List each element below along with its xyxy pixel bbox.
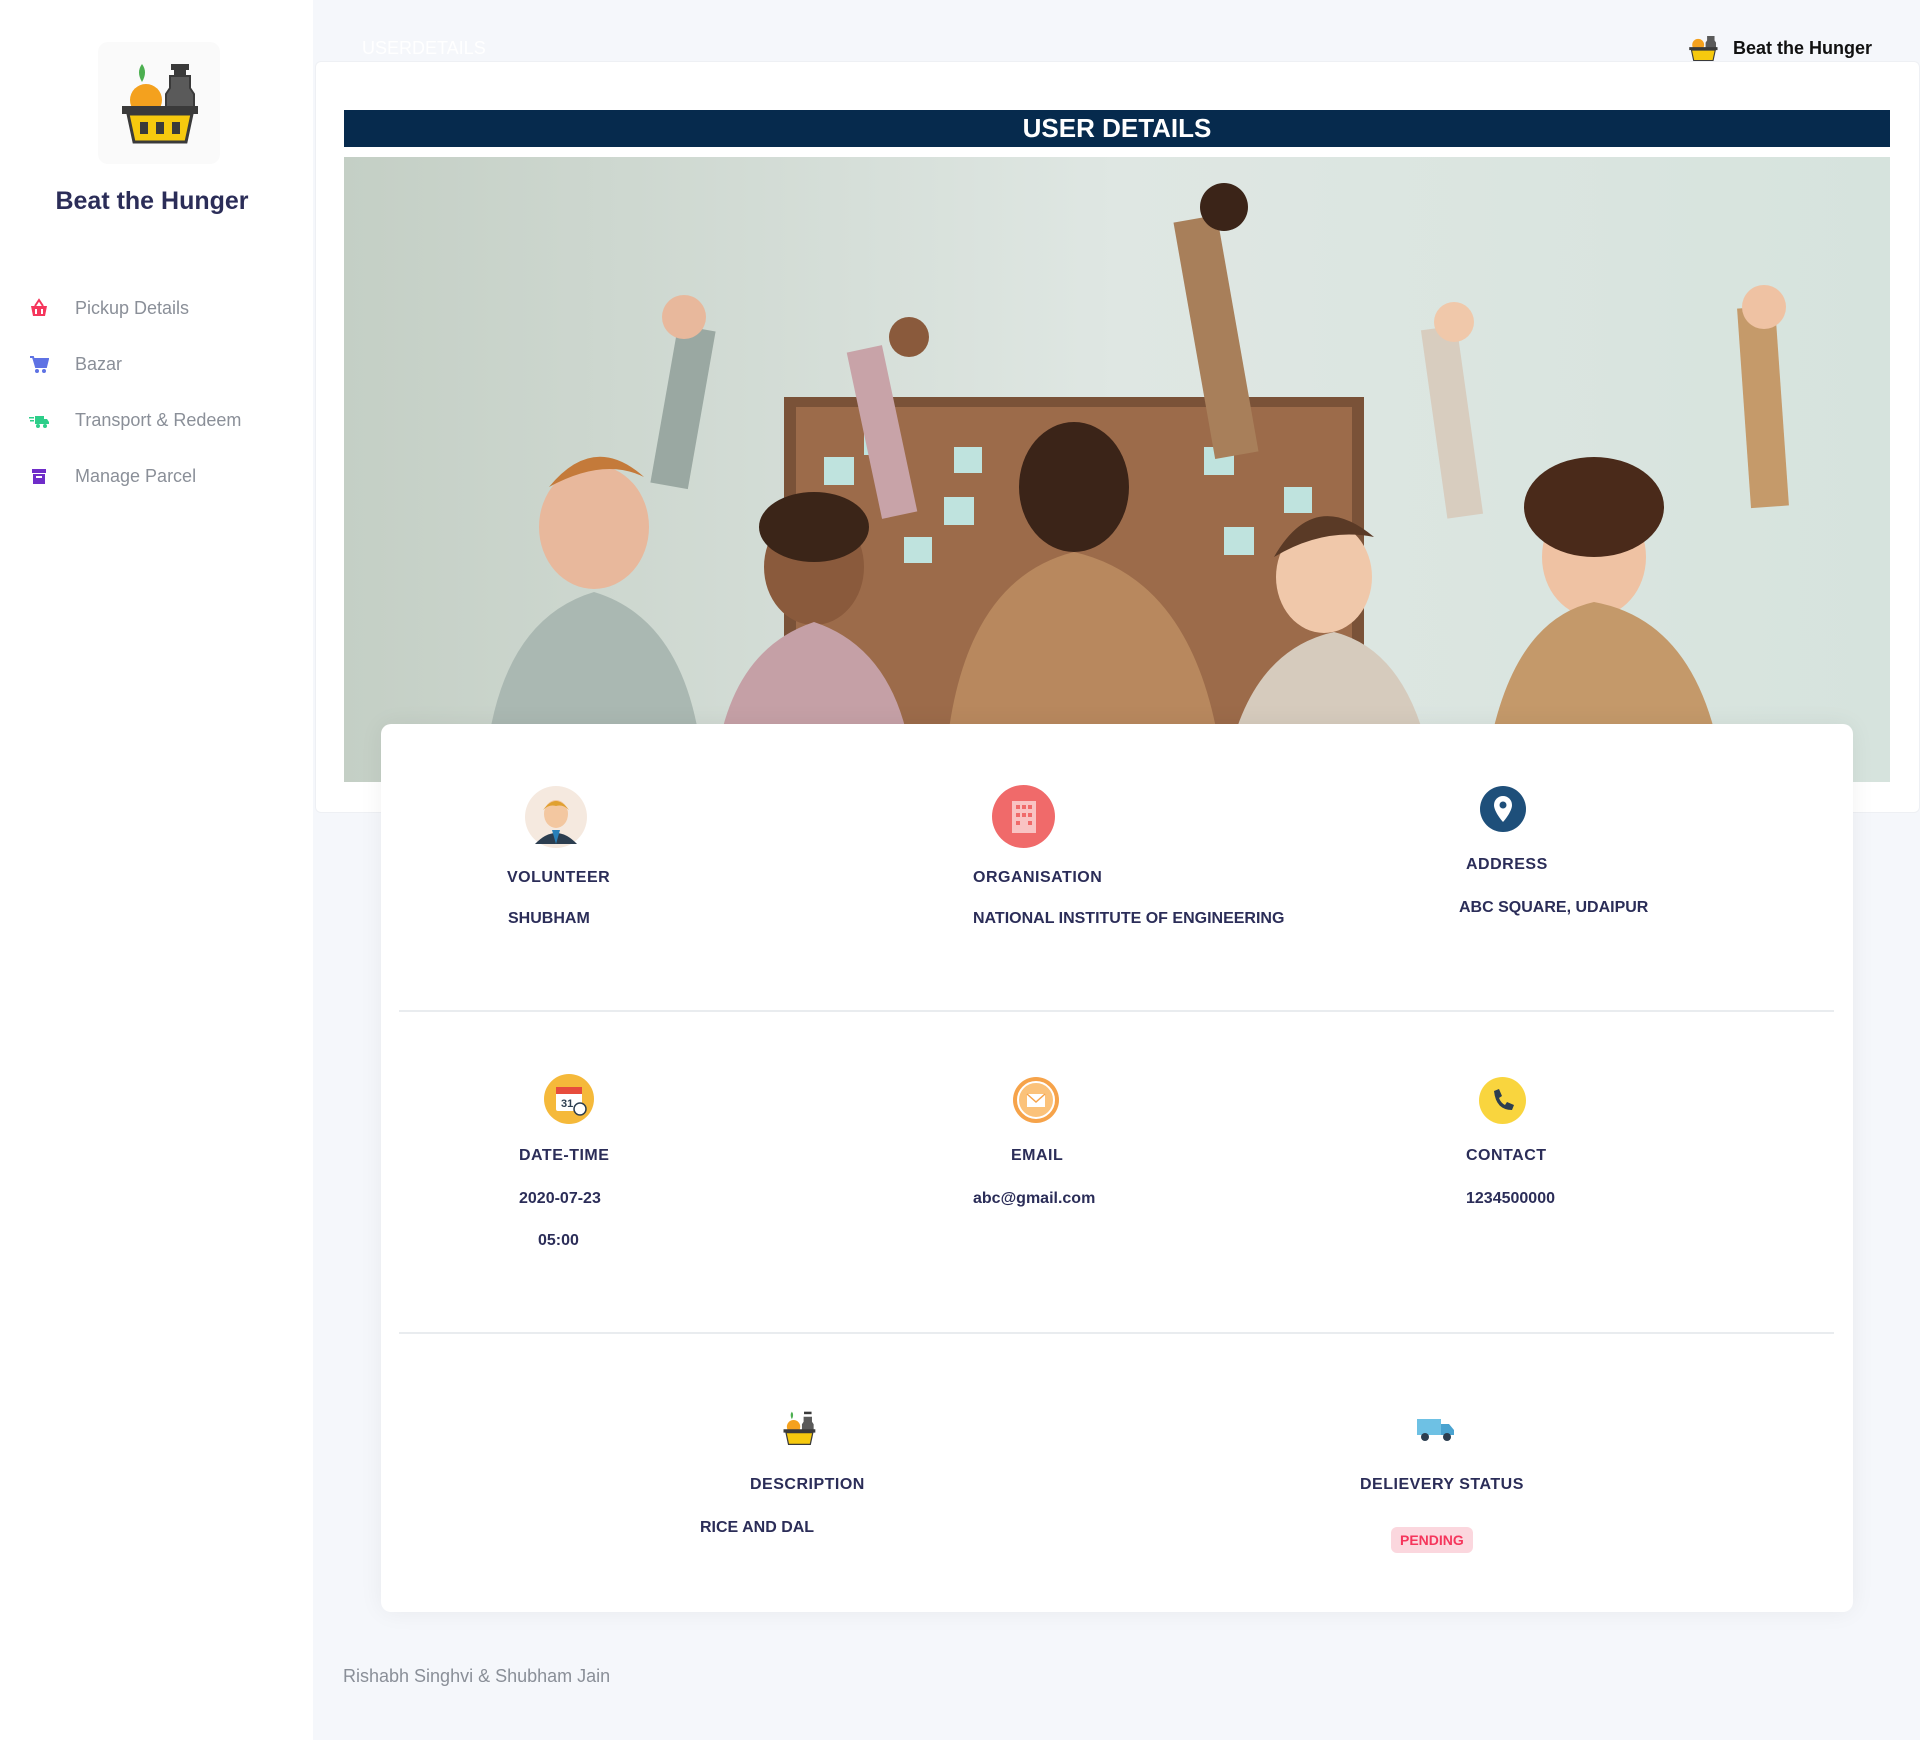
delivery-status-label: DELIEVERY STATUS	[1360, 1476, 1524, 1493]
food-basket-icon	[781, 1410, 817, 1451]
contact-label: CONTACT	[1466, 1147, 1547, 1164]
address-label: ADDRESS	[1466, 856, 1548, 873]
sidebar-item-manage-parcel[interactable]: Manage Parcel	[0, 448, 313, 504]
description-label: DESCRIPTION	[750, 1476, 865, 1493]
row-divider	[399, 1332, 1834, 1334]
datetime-label: DATE-TIME	[519, 1147, 610, 1164]
organisation-label: ORGANISATION	[973, 869, 1103, 886]
parcel-icon	[28, 465, 50, 487]
email-value: abc@gmail.com	[973, 1190, 1096, 1207]
basket-icon	[28, 297, 50, 319]
address-value: ABC SQUARE, UDAIPUR	[1459, 899, 1649, 916]
building-icon	[992, 785, 1055, 853]
volunteer-avatar-icon	[525, 786, 587, 853]
organisation-value: NATIONAL INSTITUTE OF ENGINEERING	[973, 910, 1285, 927]
location-pin-icon	[1480, 786, 1526, 837]
brand-name: Beat the Hunger	[55, 187, 249, 215]
sidebar-item-label: Transport & Redeem	[75, 409, 242, 430]
cart-icon	[28, 353, 50, 375]
volunteer-value: SHUBHAM	[508, 910, 590, 927]
volunteer-label: VOLUNTEER	[507, 869, 611, 886]
brand-logo-icon[interactable]	[98, 42, 220, 164]
sidebar-item-label: Bazar	[75, 353, 123, 374]
row-divider	[399, 1010, 1834, 1012]
sidebar-item-label: Pickup Details	[75, 297, 190, 318]
hero-image	[344, 157, 1890, 782]
page-title: USER DETAILS	[344, 110, 1890, 147]
sidebar-item-label: Manage Parcel	[75, 465, 197, 486]
sidebar-item-pickup-details[interactable]: Pickup Details	[0, 280, 313, 336]
phone-icon	[1479, 1077, 1526, 1129]
breadcrumb: USERDETAILS	[362, 38, 486, 58]
sidebar-item-transport-redeem[interactable]: Transport & Redeem	[0, 392, 313, 448]
contact-value: 1234500000	[1466, 1190, 1555, 1207]
email-icon	[1013, 1077, 1059, 1128]
delivery-truck-icon	[1416, 1416, 1456, 1447]
footer-credits: Rishabh Singhvi & Shubham Jain	[343, 1666, 611, 1686]
status-badge: PENDING	[1391, 1527, 1473, 1553]
sidebar: Beat the Hunger Pickup Details Bazar Tra…	[0, 0, 313, 1740]
details-card	[381, 724, 1853, 1612]
sidebar-nav: Pickup Details Bazar Transport & Redeem …	[0, 280, 313, 504]
user-name: Beat the Hunger	[1732, 38, 1872, 58]
sidebar-item-bazar[interactable]: Bazar	[0, 336, 313, 392]
email-label: EMAIL	[1011, 1147, 1064, 1164]
calendar-icon: 31	[544, 1074, 594, 1129]
datetime-time: 05:00	[538, 1232, 579, 1249]
svg-text:31: 31	[561, 1098, 573, 1110]
delivery-icon	[28, 409, 50, 431]
description-value: RICE AND DAL	[700, 1519, 815, 1536]
datetime-date: 2020-07-23	[519, 1190, 601, 1207]
